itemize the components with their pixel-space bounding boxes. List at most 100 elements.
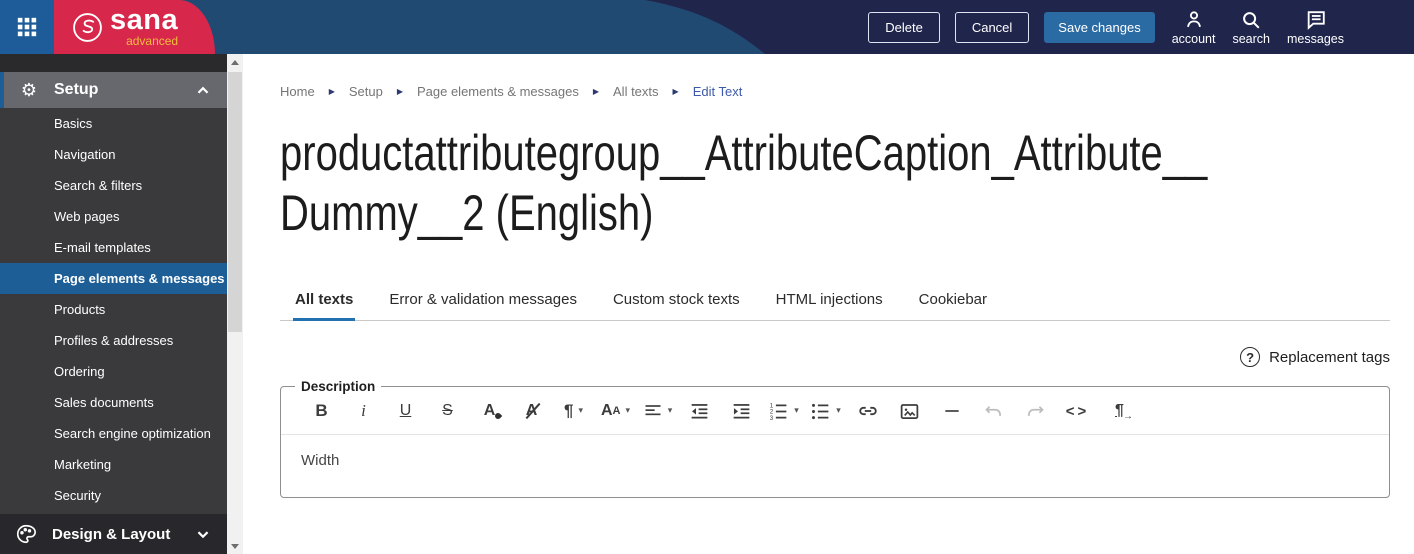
insert-image-button[interactable] — [893, 396, 926, 426]
sidebar-item-marketing[interactable]: Marketing — [0, 449, 227, 480]
ordered-list-button[interactable]: 123 ▾ — [767, 396, 800, 426]
tab-custom-stock-texts[interactable]: Custom stock texts — [611, 285, 742, 321]
breadcrumb-all-texts[interactable]: All texts — [613, 84, 659, 99]
scrollbar-thumb[interactable] — [228, 72, 242, 332]
breadcrumb-separator-icon: ▶ — [672, 87, 679, 96]
sidebar-item-sales-documents[interactable]: Sales documents — [0, 387, 227, 418]
strikethrough-icon: S — [442, 402, 453, 419]
increase-indent-button[interactable] — [725, 396, 758, 426]
redo-icon — [1028, 405, 1044, 416]
save-changes-button[interactable]: Save changes — [1044, 11, 1155, 43]
topbar-actions: Delete Cancel Save changes account searc… — [868, 0, 1344, 54]
clear-formatting-icon: A — [525, 402, 541, 420]
messages-button[interactable]: messages — [1287, 9, 1344, 46]
scroll-up-arrow[interactable] — [227, 54, 243, 70]
text-direction-button[interactable]: ¶ → — [1103, 396, 1136, 426]
replacement-tags-link[interactable]: Replacement tags — [1269, 349, 1390, 366]
scroll-down-arrow[interactable] — [227, 538, 243, 554]
decrease-indent-button[interactable] — [683, 396, 716, 426]
strikethrough-button[interactable]: S — [431, 396, 464, 426]
italic-icon: i — [361, 401, 366, 420]
indent-icon — [733, 403, 750, 418]
svg-text:3: 3 — [770, 414, 774, 421]
undo-icon — [985, 405, 1001, 416]
tab-error-validation-messages[interactable]: Error & validation messages — [387, 285, 579, 321]
code-view-button[interactable]: <> — [1061, 396, 1094, 426]
logo-brand-text: sana — [110, 3, 179, 36]
font-size-button[interactable]: A A ▾ — [599, 396, 632, 426]
clear-formatting-button[interactable]: A — [515, 396, 548, 426]
text-color-button[interactable]: A — [473, 396, 506, 426]
account-label: account — [1171, 31, 1216, 46]
sidebar-item-ordering[interactable]: Ordering — [0, 356, 227, 387]
redo-button[interactable] — [1019, 396, 1052, 426]
unordered-list-button[interactable]: ▾ — [809, 396, 842, 426]
chevron-down-icon — [193, 524, 213, 544]
sidebar-item-search-filters[interactable]: Search & filters — [0, 170, 227, 201]
sidebar-item-products[interactable]: Products — [0, 294, 227, 325]
sidebar-item-email-templates[interactable]: E-mail templates — [0, 232, 227, 263]
sana-logo[interactable]: sana advanced — [72, 0, 178, 54]
caret-down-icon: ▾ — [836, 406, 841, 416]
sidebar-item-basics[interactable]: Basics — [0, 108, 227, 139]
sidebar-item-navigation[interactable]: Navigation — [0, 139, 227, 170]
search-button[interactable]: search — [1232, 9, 1270, 46]
messages-icon — [1307, 10, 1325, 30]
font-size-small-icon: A — [612, 405, 621, 417]
italic-button[interactable]: i — [347, 396, 380, 426]
breadcrumb-separator-icon: ▶ — [592, 87, 600, 96]
code-icon: <> — [1065, 402, 1090, 420]
breadcrumb-page-elements-messages[interactable]: Page elements & messages — [417, 84, 579, 99]
delete-button[interactable]: Delete — [868, 11, 940, 43]
chevron-up-icon — [193, 80, 213, 100]
breadcrumb: Home ▶ Setup ▶ Page elements & messages … — [280, 84, 1390, 99]
sidebar-section-label: Design & Layout — [52, 525, 171, 543]
sidebar-item-web-pages[interactable]: Web pages — [0, 201, 227, 232]
caret-down-icon: ▾ — [578, 406, 583, 416]
description-fieldset: Description B i U S A A ¶ ▾ A A — [280, 379, 1390, 498]
sidebar-item-security[interactable]: Security — [0, 480, 227, 511]
unordered-list-icon — [812, 403, 829, 419]
sidebar-section-setup[interactable]: ⚙ Setup — [0, 72, 227, 108]
align-icon — [645, 405, 661, 416]
horizontal-line-button[interactable] — [935, 396, 968, 426]
palette-icon — [0, 523, 52, 545]
breadcrumb-home[interactable]: Home — [280, 84, 315, 99]
sidebar-section-design-layout[interactable]: Design & Layout — [0, 514, 227, 554]
ordered-list-icon: 123 — [770, 402, 787, 421]
sidebar-item-profiles-addresses[interactable]: Profiles & addresses — [0, 325, 227, 356]
outdent-icon — [691, 403, 708, 418]
account-button[interactable]: account — [1171, 9, 1216, 46]
main-content: Home ▶ Setup ▶ Page elements & messages … — [243, 54, 1414, 554]
description-editor-area[interactable]: Width — [281, 435, 1389, 497]
underline-button[interactable]: U — [389, 396, 422, 426]
sidebar-item-page-elements-messages[interactable]: Page elements & messages — [0, 263, 227, 294]
breadcrumb-setup[interactable]: Setup — [349, 84, 383, 99]
paragraph-format-button[interactable]: ¶ ▾ — [557, 396, 590, 426]
app-grid-button[interactable] — [0, 0, 54, 54]
undo-button[interactable] — [977, 396, 1010, 426]
insert-link-button[interactable] — [851, 396, 884, 426]
horizontal-rule-icon — [944, 410, 959, 412]
cancel-button[interactable]: Cancel — [954, 11, 1030, 43]
bold-button[interactable]: B — [305, 396, 338, 426]
help-question-icon: ? — [1240, 347, 1261, 367]
text-align-button[interactable]: ▾ — [641, 396, 674, 426]
sidebar-item-seo[interactable]: Search engine optimization — [0, 418, 227, 449]
tab-cookiebar[interactable]: Cookiebar — [917, 285, 989, 321]
sidebar: ⚙ Setup Basics Navigation Search & filte… — [0, 54, 227, 554]
tab-html-injections[interactable]: HTML injections — [774, 285, 885, 321]
search-icon — [1243, 11, 1260, 29]
replacement-tags-row: ? Replacement tags — [280, 347, 1390, 367]
sidebar-section-label: Setup — [54, 81, 99, 98]
text-color-icon: A — [484, 402, 503, 421]
paragraph-icon: ¶ — [564, 401, 574, 420]
sidebar-scrollbar[interactable] — [227, 54, 243, 554]
font-size-icon: A — [600, 402, 613, 419]
caret-down-icon: ▾ — [625, 406, 631, 416]
caret-down-icon: ▾ — [794, 406, 799, 416]
text-direction-icon: ¶ → — [1115, 402, 1133, 422]
page-title-line2: Dummy__2 (English) — [280, 185, 654, 241]
app-grid-icon — [17, 17, 37, 37]
tab-all-texts[interactable]: All texts — [293, 285, 356, 321]
